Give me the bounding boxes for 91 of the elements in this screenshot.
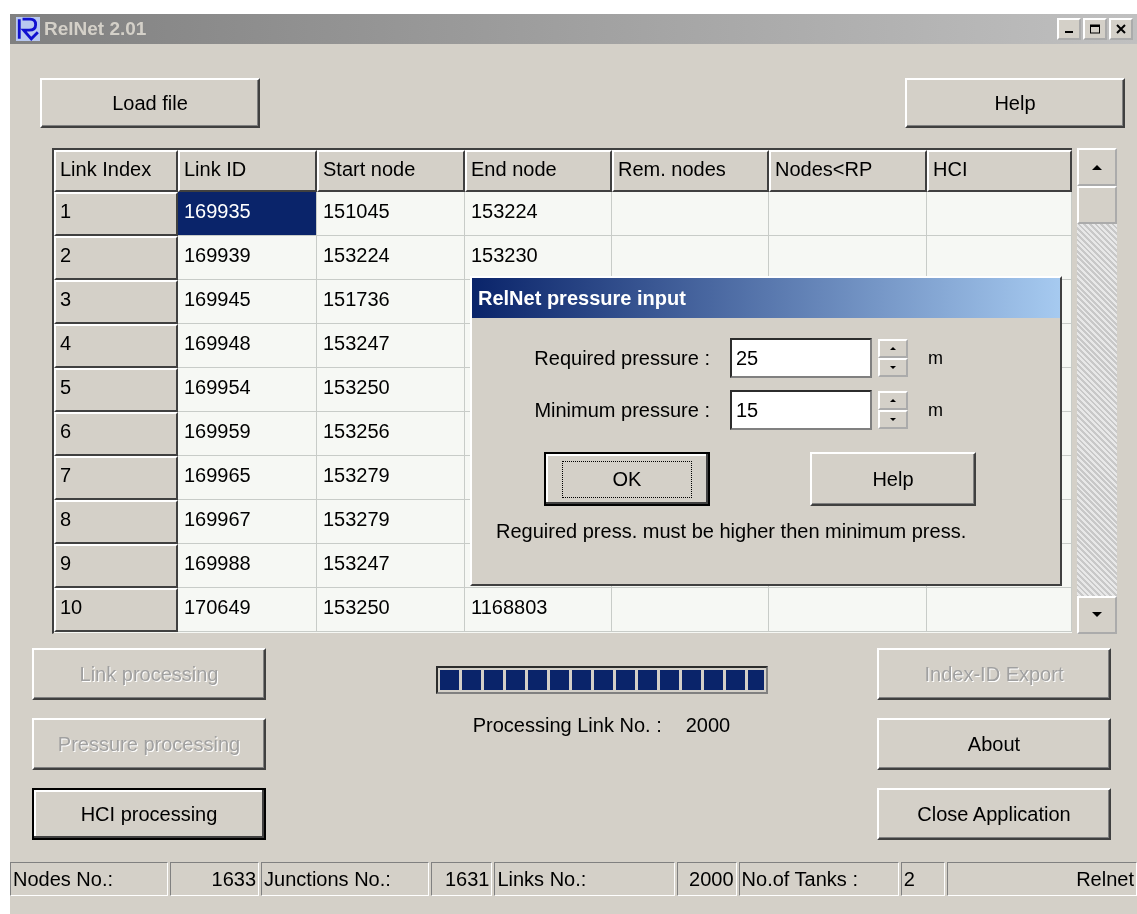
- row-header[interactable]: 9: [54, 544, 178, 588]
- table-cell[interactable]: 169959: [178, 412, 317, 456]
- table-cell[interactable]: 151736: [317, 280, 465, 324]
- table-cell[interactable]: 169935: [178, 192, 317, 236]
- column-header[interactable]: Start node: [317, 150, 465, 192]
- field-label: Required pressure :: [533, 346, 711, 370]
- table-cell[interactable]: 153224: [465, 192, 612, 236]
- scrollbar[interactable]: [1077, 148, 1117, 634]
- table-cell[interactable]: 153250: [317, 588, 465, 632]
- status-panel: Relnet: [947, 862, 1137, 896]
- table-cell[interactable]: 169988: [178, 544, 317, 588]
- table-cell[interactable]: 169967: [178, 500, 317, 544]
- scroll-up-button[interactable]: [1077, 148, 1117, 186]
- table-cell[interactable]: [927, 588, 1072, 632]
- table-cell[interactable]: 153224: [317, 236, 465, 280]
- action-button[interactable]: About: [877, 718, 1111, 770]
- progress-label: Processing Link No. :: [472, 714, 662, 737]
- table-cell[interactable]: 169948: [178, 324, 317, 368]
- up-arrow-icon: [889, 346, 897, 351]
- table-cell[interactable]: 169954: [178, 368, 317, 412]
- close-icon: [1115, 24, 1127, 34]
- maximize-button[interactable]: [1083, 18, 1107, 40]
- table-cell[interactable]: 153247: [317, 544, 465, 588]
- down-arrow-icon: [1091, 611, 1103, 619]
- table-cell[interactable]: [769, 192, 927, 236]
- table-cell[interactable]: 151045: [317, 192, 465, 236]
- spin-control[interactable]: [878, 339, 908, 377]
- table-cell[interactable]: [927, 192, 1072, 236]
- minimize-icon: [1065, 31, 1073, 33]
- column-header[interactable]: Rem. nodes: [612, 150, 769, 192]
- table-cell[interactable]: 169965: [178, 456, 317, 500]
- input-field[interactable]: 25: [730, 338, 872, 378]
- progress-value: 2000: [685, 714, 731, 737]
- toolbar-button[interactable]: Help: [905, 78, 1125, 128]
- column-header[interactable]: HCI: [927, 150, 1072, 192]
- row-header[interactable]: 6: [54, 412, 178, 456]
- row-header[interactable]: 1: [54, 192, 178, 236]
- status-panel: 1631: [431, 862, 493, 896]
- table-cell[interactable]: 153279: [317, 500, 465, 544]
- column-header[interactable]: Nodes<RP: [769, 150, 927, 192]
- table-cell[interactable]: [769, 588, 927, 632]
- down-arrow-icon: [889, 365, 897, 370]
- toolbar-button[interactable]: Load file: [40, 78, 260, 128]
- table-cell[interactable]: 170649: [178, 588, 317, 632]
- table-cell[interactable]: 1168803: [465, 588, 612, 632]
- up-arrow-icon: [889, 398, 897, 403]
- status-panel: No.of Tanks :: [738, 862, 899, 896]
- row-header[interactable]: 2: [54, 236, 178, 280]
- status-panel: 2: [900, 862, 946, 896]
- field-label: Minimum pressure :: [533, 398, 711, 422]
- column-header[interactable]: Link ID: [178, 150, 317, 192]
- app-logo-icon: [16, 17, 40, 41]
- minimize-button[interactable]: [1057, 18, 1081, 40]
- table-cell[interactable]: 169945: [178, 280, 317, 324]
- action-button[interactable]: HCI processing: [32, 788, 266, 840]
- window-title: RelNet 2.01: [44, 18, 147, 40]
- action-button[interactable]: Close Application: [877, 788, 1111, 840]
- up-arrow-icon: [1091, 163, 1103, 171]
- unit-label: m: [928, 399, 943, 421]
- hint-text: Reguired press. must be higher then minimum press.: [495, 519, 968, 543]
- row-header[interactable]: 5: [54, 368, 178, 412]
- table-cell[interactable]: 169939: [178, 236, 317, 280]
- status-panel: 1633: [170, 862, 260, 896]
- row-header[interactable]: 4: [54, 324, 178, 368]
- status-panel: Junctions No.:: [261, 862, 430, 896]
- row-header[interactable]: 3: [54, 280, 178, 324]
- row-header[interactable]: 8: [54, 500, 178, 544]
- maximize-icon: [1089, 24, 1101, 34]
- scroll-thumb[interactable]: [1077, 186, 1117, 224]
- status-panel: Nodes No.:: [10, 862, 169, 896]
- row-header[interactable]: 10: [54, 588, 178, 632]
- table-cell[interactable]: 153279: [317, 456, 465, 500]
- dialog-title: RelNet pressure input: [472, 278, 1060, 318]
- table-cell[interactable]: 153256: [317, 412, 465, 456]
- table-cell[interactable]: 153250: [317, 368, 465, 412]
- status-panel: Links No.:: [494, 862, 676, 896]
- input-field[interactable]: 15: [730, 390, 872, 430]
- table-cell[interactable]: [612, 588, 769, 632]
- column-header[interactable]: End node: [465, 150, 612, 192]
- status-panel: 2000: [677, 862, 737, 896]
- column-header[interactable]: Link Index: [54, 150, 178, 192]
- spin-control[interactable]: [878, 391, 908, 429]
- dialog-button[interactable]: OK: [544, 452, 710, 506]
- unit-label: m: [928, 347, 943, 369]
- table-cell[interactable]: 153247: [317, 324, 465, 368]
- down-arrow-icon: [889, 417, 897, 422]
- dialog-button[interactable]: Help: [810, 452, 976, 506]
- close-button[interactable]: [1109, 18, 1133, 40]
- scroll-down-button[interactable]: [1077, 596, 1117, 634]
- row-header[interactable]: 7: [54, 456, 178, 500]
- table-cell[interactable]: [612, 192, 769, 236]
